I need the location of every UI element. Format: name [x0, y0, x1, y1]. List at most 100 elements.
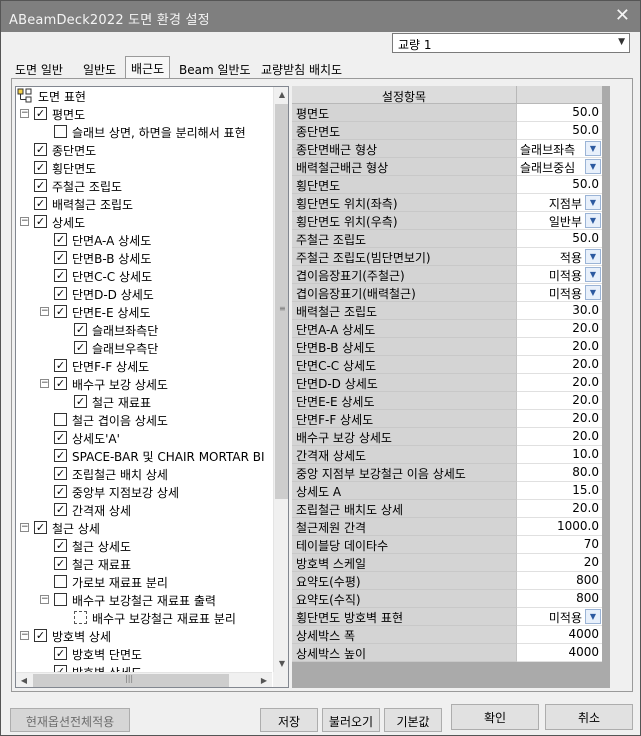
grid-row-value[interactable]: 50.0 [517, 104, 602, 122]
hscroll-thumb[interactable]: ||| [33, 674, 229, 687]
tree-item[interactable]: − ✓ 방호벽 상세 [16, 627, 272, 645]
tree-item[interactable]: ✓ 단면B-B 상세도 [16, 249, 272, 267]
tree-checkbox[interactable]: ✓ [54, 557, 67, 570]
tree-checkbox[interactable]: ✓ [34, 521, 47, 534]
tree-checkbox[interactable]: ✓ [34, 215, 47, 228]
tree-item[interactable]: ✓ SPACE-BAR 및 CHAIR MORTAR BI [16, 447, 272, 465]
tree-checkbox[interactable]: ✓ [74, 323, 87, 336]
grid-row-value[interactable]: 80.0 [517, 464, 602, 482]
tree-item[interactable]: ✓ 슬래브좌측단 [16, 321, 272, 339]
tree-checkbox[interactable]: ✓ [74, 395, 87, 408]
grid-row-value[interactable]: 4000 [517, 644, 602, 662]
tree-checkbox[interactable]: ✓ [54, 449, 67, 462]
scroll-up-icon[interactable]: ▲ [274, 87, 288, 103]
grid-row-value[interactable]: 4000 [517, 626, 602, 644]
tree-item[interactable]: − ✓ 상세도 [16, 213, 272, 231]
tree-item[interactable]: ✓ 단면F-F 상세도 [16, 357, 272, 375]
grid-row-value[interactable]: 20.0 [517, 410, 602, 428]
grid-row-select[interactable]: 슬래브좌측 ▼ [517, 140, 602, 158]
tree-item[interactable]: 철근 겹이음 상세도 [16, 411, 272, 429]
apply-all-options-button[interactable]: 현재옵션전체적용 [10, 708, 130, 732]
tree-item[interactable]: ✓ 철근 상세도 [16, 537, 272, 555]
dropdown-arrow-icon[interactable]: ▼ [585, 267, 601, 282]
grid-row-select[interactable]: 일반부 ▼ [517, 212, 602, 230]
tree-checkbox[interactable] [54, 593, 67, 606]
grid-row-value[interactable]: 20.0 [517, 320, 602, 338]
close-icon[interactable]: ✕ [615, 5, 630, 26]
tab-beam-general[interactable]: Beam 일반도 [179, 59, 251, 79]
tree-item[interactable]: ✓ 배력철근 조립도 [16, 195, 272, 213]
grid-row-value[interactable]: 10.0 [517, 446, 602, 464]
tree-item[interactable]: ✓ 단면C-C 상세도 [16, 267, 272, 285]
tree-checkbox[interactable]: ✓ [54, 647, 67, 660]
tree-checkbox[interactable]: ✓ [54, 359, 67, 372]
save-button[interactable]: 저장 [260, 708, 318, 732]
grid-row-value[interactable]: 20 [517, 554, 602, 572]
tree-collapse-icon[interactable]: − [20, 523, 29, 532]
tree-item[interactable]: ✓ 종단면도 [16, 141, 272, 159]
tree-checkbox[interactable]: ✓ [34, 107, 47, 120]
tree-checkbox[interactable]: ✓ [34, 197, 47, 210]
grid-row-select[interactable]: 지점부 ▼ [517, 194, 602, 212]
scroll-left-icon[interactable]: ◀ [16, 673, 32, 687]
tree-checkbox[interactable]: ✓ [54, 539, 67, 552]
grid-row-value[interactable]: 20.0 [517, 500, 602, 518]
tab-drawing-general[interactable]: 도면 일반 [15, 59, 63, 79]
grid-row-value[interactable]: 30.0 [517, 302, 602, 320]
load-button[interactable]: 불러오기 [322, 708, 380, 732]
tree-item[interactable]: − 배수구 보강철근 재료표 출력 [16, 591, 272, 609]
dropdown-arrow-icon[interactable]: ▼ [585, 159, 601, 174]
grid-row-select[interactable]: 미적용 ▼ [517, 608, 602, 626]
tree-collapse-icon[interactable]: − [40, 307, 49, 316]
grid-row-select[interactable]: 미적용 ▼ [517, 284, 602, 302]
tree-item[interactable]: 가로보 재료표 분리 [16, 573, 272, 591]
tree-item[interactable]: − ✓ 철근 상세 [16, 519, 272, 537]
dropdown-arrow-icon[interactable]: ▼ [585, 195, 601, 210]
tree-item[interactable]: ✓ 철근 재료표 [16, 555, 272, 573]
grid-row-value[interactable]: 50.0 [517, 176, 602, 194]
tree-collapse-icon[interactable]: − [20, 217, 29, 226]
tree-checkbox[interactable]: ✓ [54, 431, 67, 444]
title-bar[interactable]: ABeamDeck2022 도면 환경 설정 ✕ [1, 1, 640, 32]
tree-checkbox[interactable]: ✓ [54, 287, 67, 300]
tree-checkbox[interactable]: ✓ [54, 485, 67, 498]
tree-collapse-icon[interactable]: − [40, 379, 49, 388]
tree-checkbox[interactable]: ✓ [54, 251, 67, 264]
tree-item[interactable]: − ✓ 배수구 보강 상세도 [16, 375, 272, 393]
tree-checkbox[interactable] [54, 125, 67, 138]
grid-row-value[interactable]: 70 [517, 536, 602, 554]
tree-vertical-scrollbar[interactable]: ▲ ≡ ▼ [273, 87, 288, 672]
tree-collapse-icon[interactable]: − [20, 631, 29, 640]
grid-row-value[interactable]: 800 [517, 572, 602, 590]
tab-rebar-drawing[interactable]: 배근도 [125, 56, 171, 80]
tree-checkbox[interactable]: ✓ [34, 161, 47, 174]
grid-row-value[interactable]: 50.0 [517, 122, 602, 140]
tree-item[interactable]: ✓ 횡단면도 [16, 159, 272, 177]
tree-checkbox[interactable]: ✓ [54, 233, 67, 246]
grid-row-value[interactable]: 15.0 [517, 482, 602, 500]
dropdown-arrow-icon[interactable]: ▼ [585, 213, 601, 228]
tab-general-drawing[interactable]: 일반도 [83, 59, 116, 79]
tree-checkbox[interactable]: ✓ [34, 179, 47, 192]
tree-item[interactable]: 슬래브 상면, 하면을 분리해서 표현 [16, 123, 272, 141]
tree-item[interactable]: ✓ 방호벽 단면도 [16, 645, 272, 663]
tree-item[interactable]: ✓ 슬래브우측단 [16, 339, 272, 357]
grid-row-value[interactable]: 20.0 [517, 374, 602, 392]
default-button[interactable]: 기본값 [384, 708, 442, 732]
grid-row-value[interactable]: 20.0 [517, 338, 602, 356]
bridge-select[interactable]: 교량 1 ▼ [392, 33, 630, 53]
tree-checkbox[interactable] [54, 575, 67, 588]
dropdown-arrow-icon[interactable]: ▼ [585, 609, 601, 624]
grid-row-select[interactable]: 슬래브중심 ▼ [517, 158, 602, 176]
scroll-down-icon[interactable]: ▼ [274, 656, 288, 672]
tree-checkbox[interactable]: ✓ [54, 269, 67, 282]
tree-item[interactable]: ✓ 주철근 조립도 [16, 177, 272, 195]
tree-item[interactable]: ✓ 간격재 상세 [16, 501, 272, 519]
tree-checkbox[interactable]: ✓ [34, 143, 47, 156]
grid-row-value[interactable]: 20.0 [517, 392, 602, 410]
tree-item[interactable]: 배수구 보강철근 재료표 분리 [16, 609, 272, 627]
scroll-right-icon[interactable]: ▶ [256, 673, 272, 687]
dropdown-arrow-icon[interactable]: ▼ [585, 285, 601, 300]
ok-button[interactable]: 확인 [451, 704, 539, 730]
drawing-tree[interactable]: 도면 표현 − ✓ 평면도 슬래브 상면, 하면을 분리해서 표현 ✓ 종단면도 ✓ 횡단면도… [15, 86, 289, 688]
